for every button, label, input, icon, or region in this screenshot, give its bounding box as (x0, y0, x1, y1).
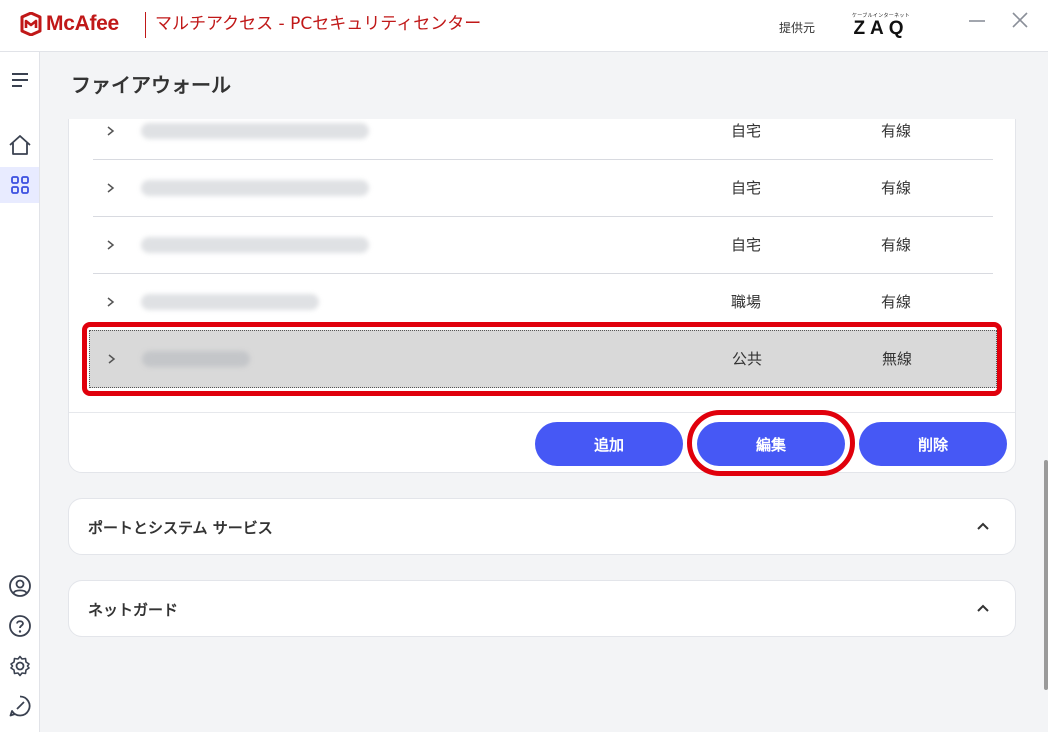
network-connection: 有線 (881, 179, 912, 197)
network-type: 自宅 (731, 122, 762, 140)
settings-button[interactable] (0, 648, 39, 684)
home-icon (8, 135, 31, 155)
account-icon (8, 575, 31, 597)
delete-button[interactable]: 削除 (859, 422, 1007, 466)
network-type: 自宅 (731, 179, 762, 197)
network-row[interactable]: 自宅 有線 (93, 160, 993, 217)
section-netguard[interactable]: ネットガード (68, 580, 1016, 637)
network-row[interactable]: 職場 有線 (93, 274, 993, 331)
network-type: 公共 (732, 350, 763, 368)
feedback-icon (9, 695, 30, 717)
network-name-redacted (141, 237, 369, 253)
section-ports-services[interactable]: ポートとシステム サービス (68, 498, 1016, 555)
network-connection: 無線 (882, 350, 913, 368)
network-connection: 有線 (881, 293, 912, 311)
menu-icon (11, 73, 28, 87)
page-header: ファイアウォール (40, 52, 1048, 119)
network-row-selected[interactable]: 公共 無線 (89, 330, 997, 388)
app-title: マルチアクセス - PCセキュリティセンター (155, 14, 482, 34)
network-connection: 有線 (881, 236, 912, 254)
zaq-logo: ケーブルインターネット ZAQ (850, 12, 912, 42)
mcafee-shield-icon (20, 12, 42, 36)
minimize-button[interactable] (962, 8, 992, 32)
home-button[interactable] (0, 127, 39, 163)
add-button[interactable]: 追加 (535, 422, 683, 466)
zaq-logo-text: ZAQ (853, 18, 909, 39)
provider-label: 提供元 (779, 21, 816, 35)
title-bar: McAfee マルチアクセス - PCセキュリティセンター 提供元 ケーブルイン… (0, 0, 1048, 52)
menu-button[interactable] (0, 62, 39, 98)
vertical-scrollbar[interactable] (1044, 460, 1048, 690)
card-divider (69, 412, 1015, 413)
gear-icon (9, 655, 30, 677)
chevron-right-icon (107, 183, 115, 193)
chevron-right-icon (107, 297, 115, 307)
section-title: ポートとシステム サービス (88, 519, 273, 537)
network-type: 職場 (731, 293, 762, 311)
close-button[interactable] (1005, 8, 1035, 32)
chevron-up-icon (977, 522, 989, 530)
chevron-right-icon (107, 240, 115, 250)
chevron-right-icon (108, 354, 116, 364)
brand-name: McAfee (46, 12, 119, 35)
section-title: ネットガード (88, 601, 179, 619)
help-icon (8, 615, 31, 637)
apps-button[interactable] (0, 167, 39, 203)
account-button[interactable] (0, 568, 39, 604)
chevron-right-icon (107, 126, 115, 136)
network-list-card: 自宅 有線 自宅 有線 自宅 有線 職場 有線 公共 無線 追加 編集 削除 (68, 100, 1016, 473)
help-button[interactable] (0, 608, 39, 644)
chevron-up-icon (977, 604, 989, 612)
network-row[interactable]: 自宅 有線 (93, 217, 993, 274)
page-title: ファイアウォール (71, 73, 231, 97)
minimize-icon (969, 20, 985, 22)
mcafee-logo: McAfee (20, 12, 119, 36)
edit-button[interactable]: 編集 (697, 422, 845, 466)
network-name-redacted (141, 123, 369, 139)
grid-icon (10, 176, 29, 194)
network-name-redacted (141, 294, 319, 310)
network-name-redacted (142, 351, 250, 367)
close-icon (1012, 12, 1028, 28)
network-type: 自宅 (731, 236, 762, 254)
feedback-button[interactable] (0, 688, 39, 724)
title-separator (145, 12, 146, 38)
network-connection: 有線 (881, 122, 912, 140)
sidebar (0, 52, 40, 732)
network-name-redacted (141, 180, 369, 196)
